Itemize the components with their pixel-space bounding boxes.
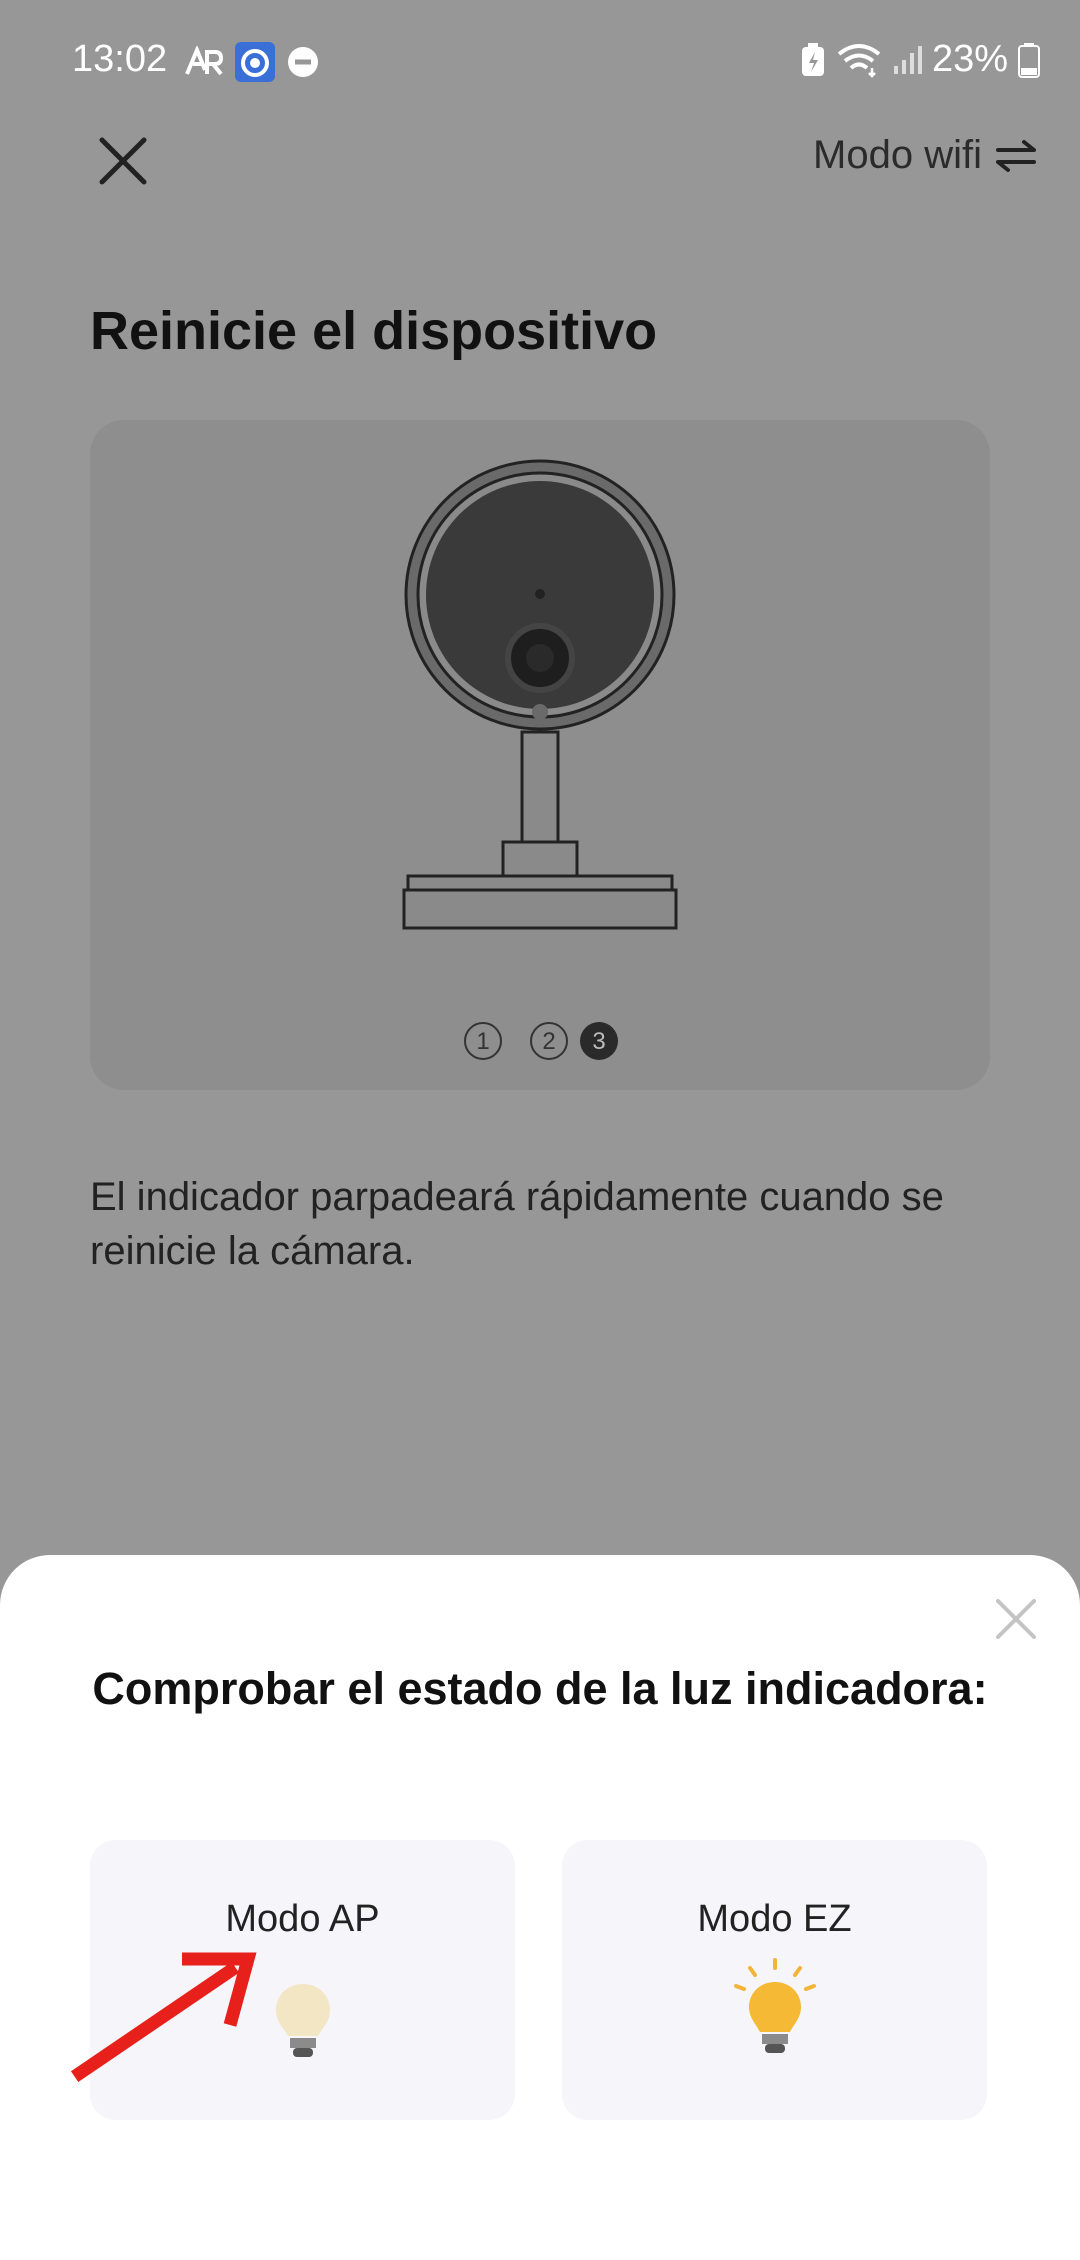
step-3-label: 3 — [592, 1028, 605, 1055]
step-indicator: 1 2 3 — [464, 1022, 618, 1060]
bulb-lit-icon — [734, 1958, 816, 2053]
close-icon[interactable] — [92, 130, 154, 192]
mode-ez-label: Modo EZ — [697, 1898, 852, 1940]
close-icon[interactable] — [992, 1595, 1040, 1643]
battery-icon — [1018, 42, 1040, 78]
step-1: 1 — [464, 1022, 502, 1060]
status-time: 13:02 — [72, 38, 168, 80]
battery-saver-icon — [801, 42, 824, 76]
wifi-icon — [837, 43, 881, 78]
step-3: 3 — [580, 1022, 618, 1060]
illustration-card: 1 2 3 — [90, 420, 990, 1090]
ar-icon — [185, 46, 223, 76]
status-left-icons — [183, 42, 319, 82]
mode-ap-label: Modo AP — [225, 1898, 380, 1940]
signal-icon — [893, 45, 922, 74]
status-bar: 13:02 23% — [0, 0, 1080, 125]
dnd-icon — [288, 47, 318, 77]
bulb-dim-icon — [276, 1984, 330, 2057]
step-1-label: 1 — [476, 1028, 489, 1055]
annotation-arrow-icon — [70, 1952, 257, 2083]
mode-switch-label: Modo wifi — [813, 133, 982, 177]
mode-ez-card[interactable]: Modo EZ — [562, 1840, 987, 2120]
vpn-icon — [235, 42, 275, 82]
page-title: Reinicie el dispositivo — [90, 301, 658, 361]
indicator-bottom-sheet: Comprobar el estado de la luz indicadora… — [0, 1555, 1080, 2260]
camera-illustration — [402, 459, 678, 930]
step-2-label: 2 — [542, 1028, 555, 1055]
description-text: El indicador parpadeará rápidamente cuan… — [90, 1175, 944, 1273]
mode-switch-button[interactable]: Modo wifi — [813, 133, 1036, 178]
status-right: 23% — [800, 38, 1040, 81]
sheet-title: Comprobar el estado de la luz indicadora… — [92, 1663, 988, 1714]
battery-percent: 23% — [931, 38, 1008, 80]
swap-icon — [996, 139, 1036, 172]
step-2: 2 — [530, 1022, 568, 1060]
